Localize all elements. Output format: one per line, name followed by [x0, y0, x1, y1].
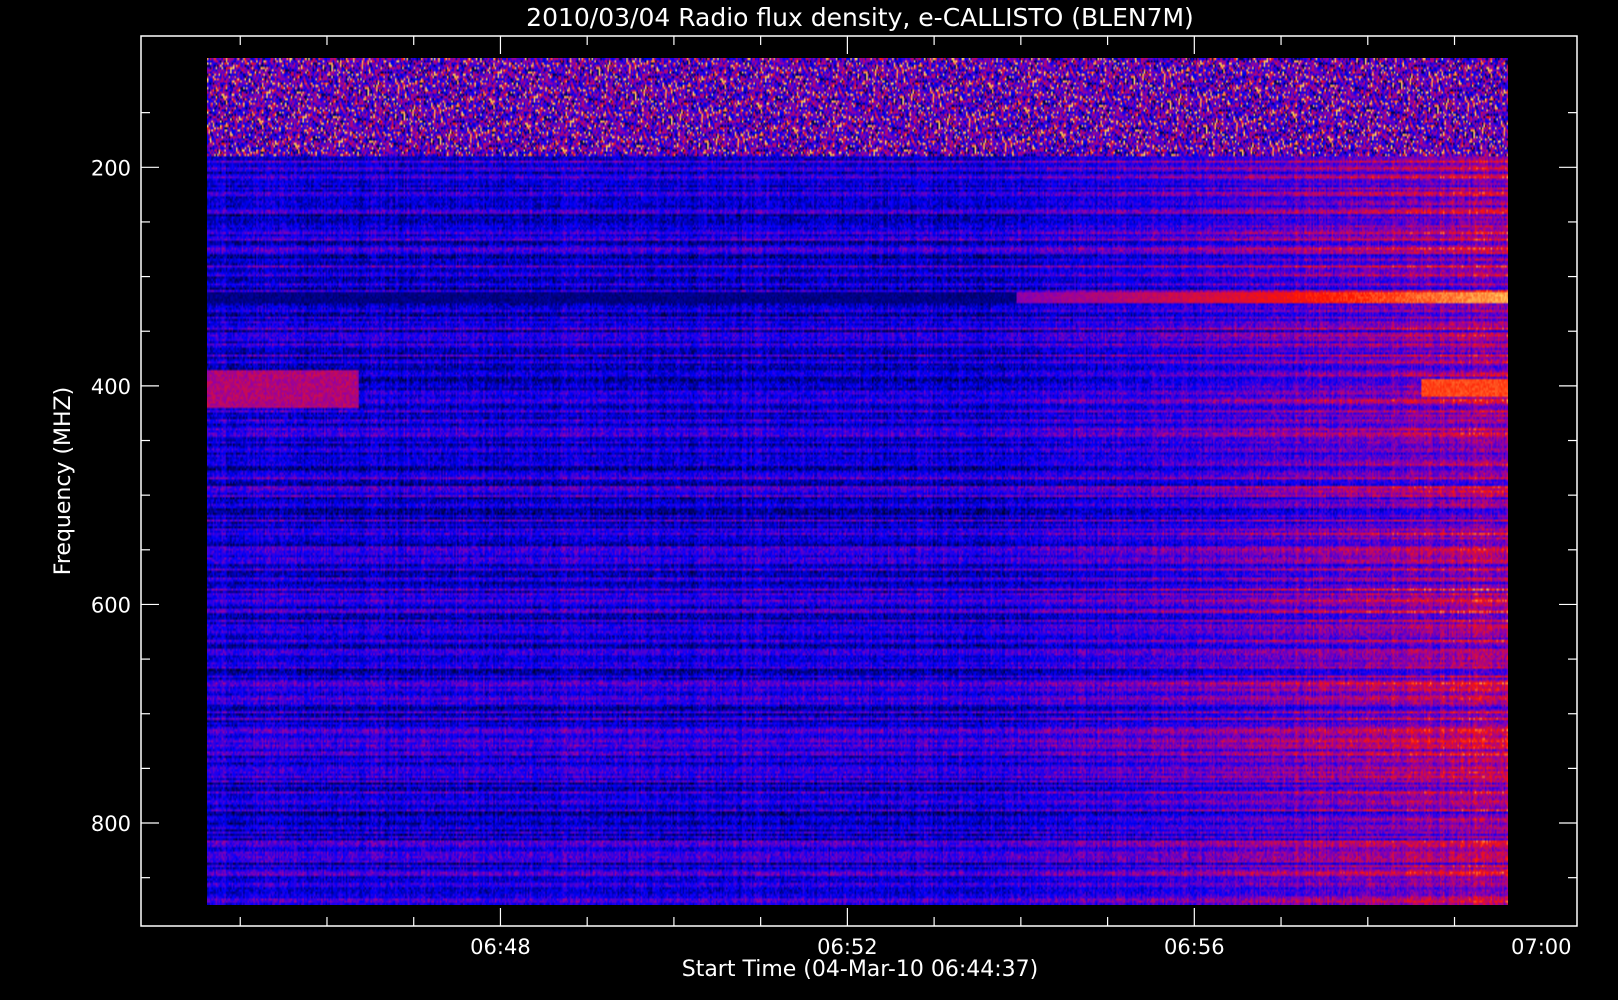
x-tick-label: 07:00 [1511, 935, 1572, 959]
x-tick-label: 06:56 [1164, 935, 1225, 959]
x-tick-label: 06:48 [470, 935, 531, 959]
y-tick-label: 800 [91, 812, 131, 836]
y-tick-label: 600 [91, 593, 131, 617]
x-tick-label: 06:52 [817, 935, 878, 959]
spectrogram-image [207, 58, 1508, 905]
chart-title: 2010/03/04 Radio flux density, e-CALLIST… [526, 3, 1194, 32]
spectrogram-chart: 2010/03/04 Radio flux density, e-CALLIST… [0, 0, 1618, 1000]
y-tick-label: 400 [91, 375, 131, 399]
y-tick-label: 200 [91, 156, 131, 180]
x-axis-label: Start Time (04-Mar-10 06:44:37) [682, 957, 1039, 982]
heatmap-area [207, 58, 1508, 905]
y-axis-label: Frequency (MHZ) [51, 387, 76, 575]
